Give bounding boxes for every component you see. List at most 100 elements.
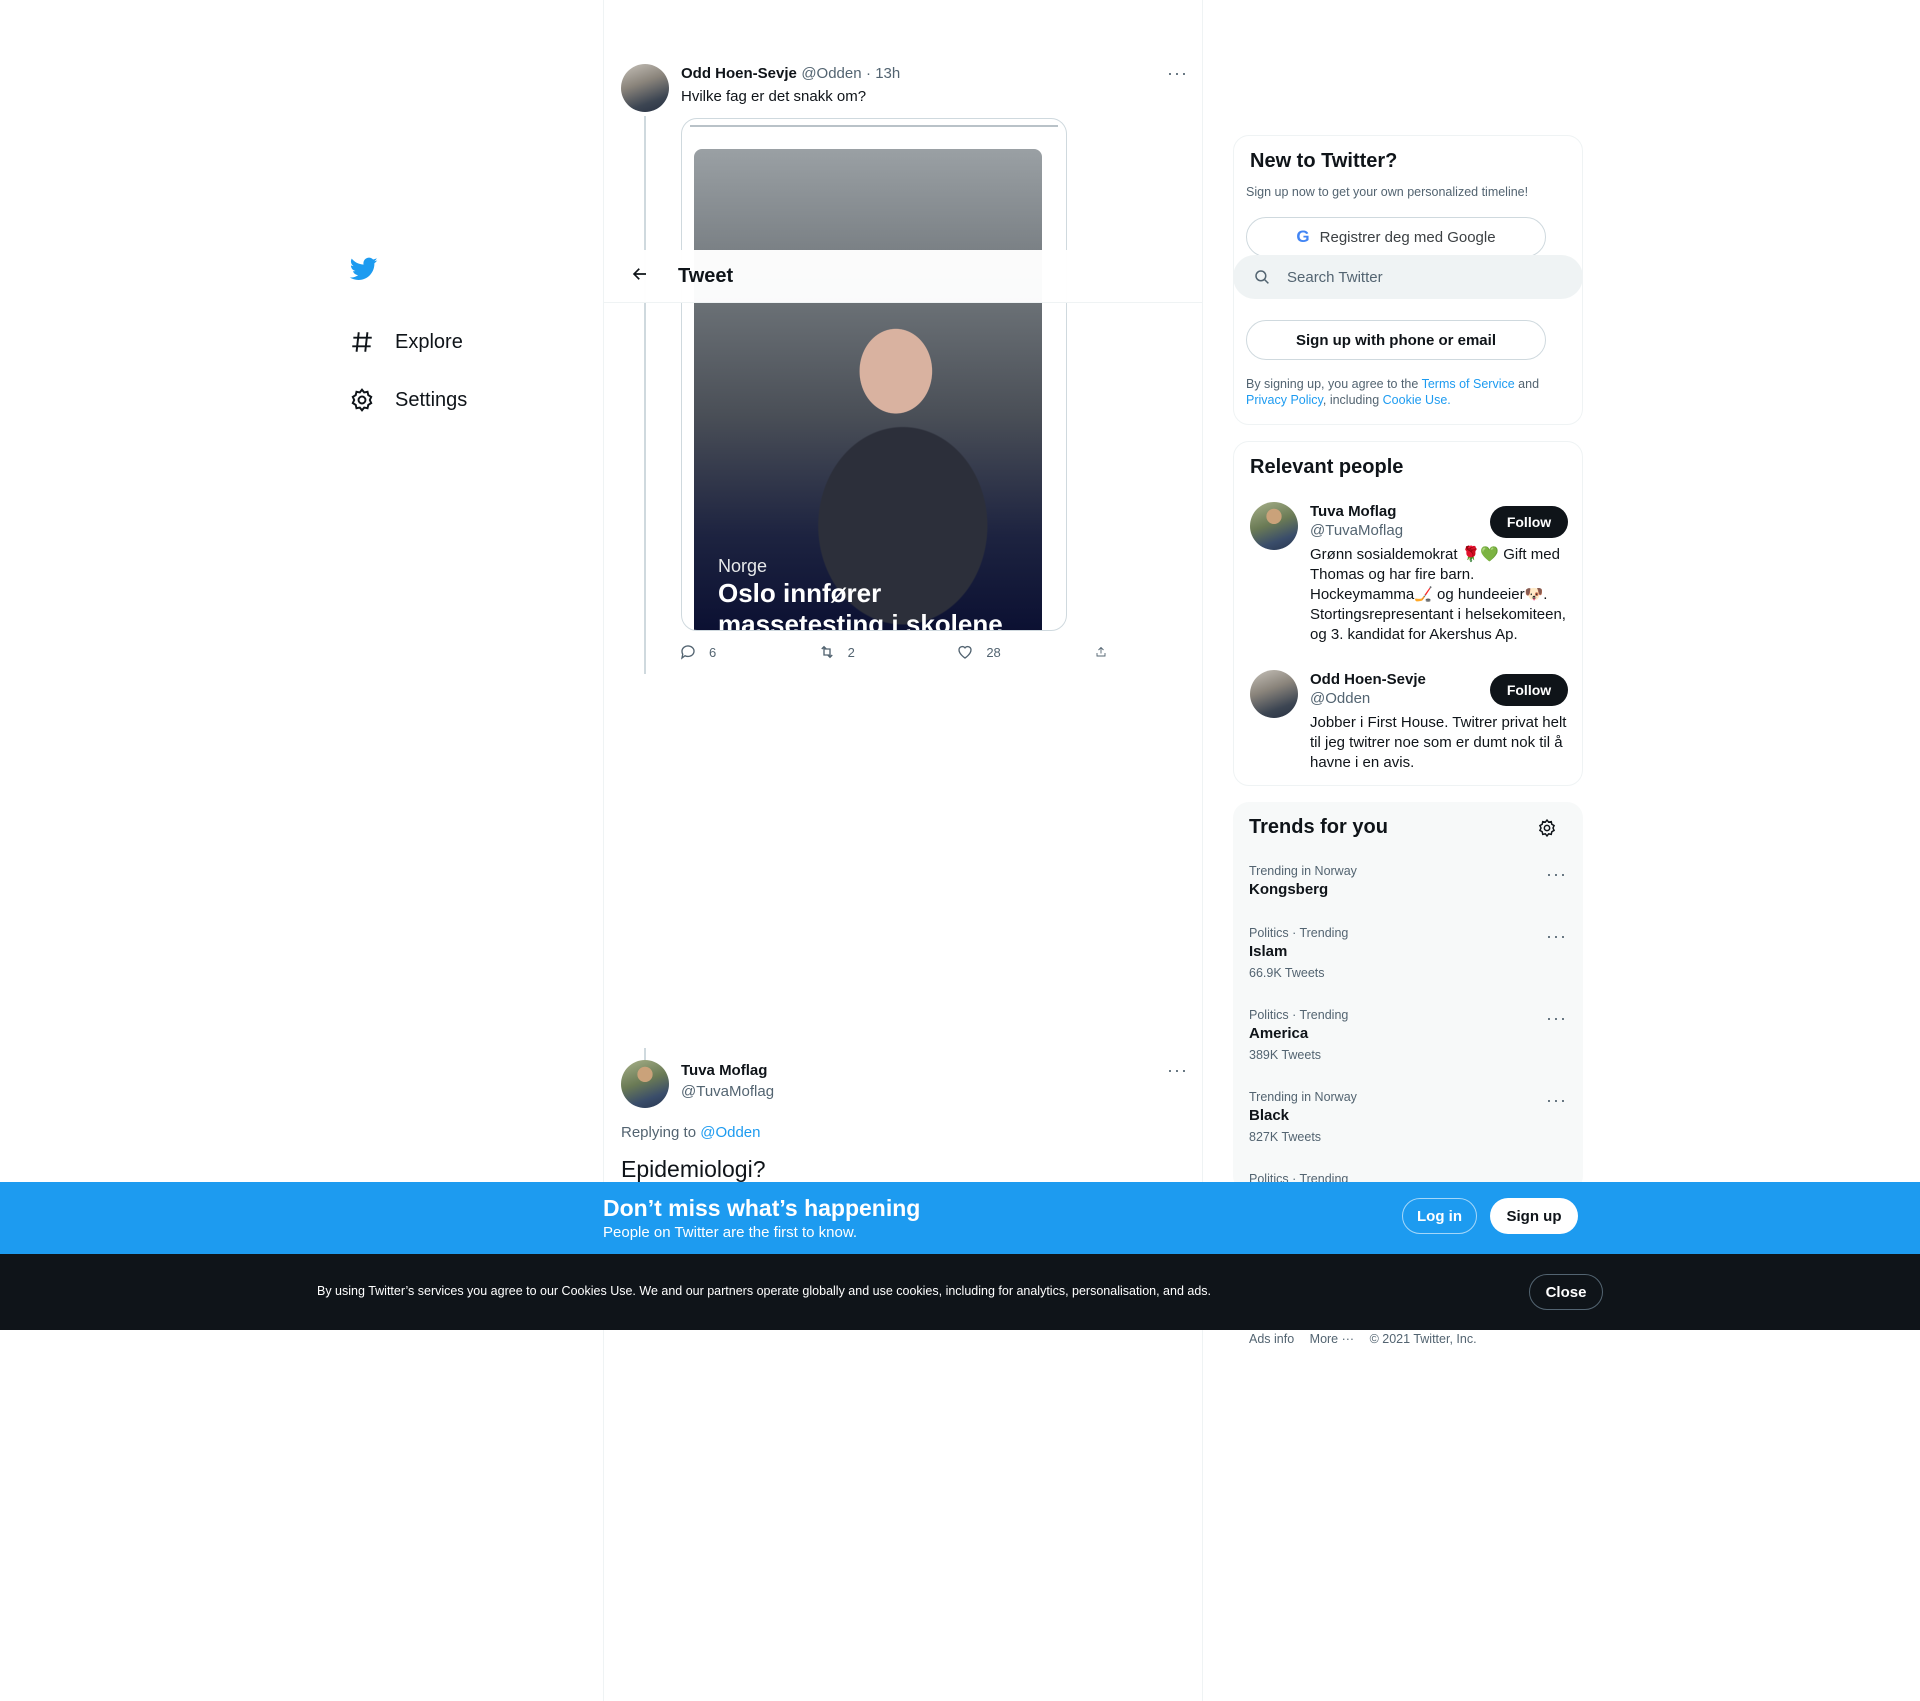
- banner-subline: People on Twitter are the first to know.: [603, 1224, 858, 1241]
- privacy-link[interactable]: Privacy Policy: [1246, 393, 1323, 407]
- nav-settings[interactable]: Settings: [349, 371, 599, 429]
- tweet-author-name[interactable]: Odd Hoen-Sevje: [681, 65, 797, 82]
- cookie-bar: By using Twitter’s services you agree to…: [0, 1254, 1920, 1330]
- replying-to: Replying to @Odden: [621, 1124, 760, 1141]
- tweet-author-handle[interactable]: @Odden: [801, 65, 861, 82]
- thread-line: [644, 116, 646, 674]
- reply-button[interactable]: 6: [679, 643, 789, 661]
- follow-button[interactable]: Follow: [1490, 506, 1568, 538]
- person-bio: Grønn sosialdemokrat 🌹💚 Gift med Thomas …: [1310, 546, 1566, 643]
- trend-item[interactable]: Trending in Norway Kongsberg ···: [1249, 864, 1567, 898]
- nav-explore[interactable]: Explore: [349, 313, 599, 371]
- tweet2-author-block: Tuva Moflag @TuvaMoflag: [681, 1062, 774, 1100]
- ads-info-link[interactable]: Ads info: [1249, 1332, 1294, 1346]
- twitter-logo-icon[interactable]: [349, 255, 599, 299]
- signup-button[interactable]: Sign up: [1490, 1198, 1578, 1234]
- link-card[interactable]: Norge Oslo innfører massetesting i skole…: [681, 118, 1067, 631]
- trend-topic: Kongsberg: [1249, 881, 1329, 898]
- reply-count: 6: [709, 644, 717, 660]
- left-nav: Explore Settings: [349, 255, 599, 429]
- signup-title: New to Twitter?: [1250, 150, 1398, 172]
- more-icon[interactable]: ···: [1546, 864, 1567, 885]
- tweet-author-handle[interactable]: @TuvaMoflag: [681, 1083, 774, 1100]
- cookie-link[interactable]: Cookie Use.: [1383, 393, 1451, 407]
- search-placeholder: Search Twitter: [1287, 268, 1383, 286]
- login-button[interactable]: Log in: [1402, 1198, 1477, 1234]
- phone-signup-button[interactable]: Sign up with phone or email: [1246, 320, 1546, 360]
- legal-and: and: [1518, 377, 1540, 391]
- nav-settings-label: Settings: [395, 388, 468, 411]
- like-button[interactable]: 28: [956, 643, 1066, 661]
- trend-item[interactable]: Politics · Trending Islam 66.9K Tweets ·…: [1249, 926, 1567, 980]
- tweet-author-name[interactable]: Tuva Moflag: [681, 1062, 774, 1079]
- thread-line: [644, 1048, 646, 1060]
- search-icon: [1255, 270, 1269, 284]
- signup-subtitle: Sign up now to get your own personalized…: [1246, 185, 1529, 199]
- trend-context: Trending in Norway: [1249, 864, 1357, 878]
- trend-context: Politics · Trending: [1249, 926, 1349, 940]
- avatar[interactable]: [621, 64, 669, 112]
- more-icon[interactable]: ···: [1546, 1090, 1567, 1111]
- share-icon: [1096, 646, 1106, 657]
- signup-banner: Don’t miss what’s happening People on Tw…: [0, 1182, 1920, 1254]
- trend-item[interactable]: Politics · Trending America 389K Tweets …: [1249, 1008, 1567, 1062]
- person-bio: Jobber i First House. Twitrer privat hel…: [1310, 714, 1567, 771]
- tweet-text: Hvilke fag er det snakk om?: [681, 88, 867, 105]
- avatar[interactable]: [1250, 670, 1298, 718]
- trend-item[interactable]: Trending in Norway Black 827K Tweets ···: [1249, 1090, 1567, 1144]
- gear-icon: [351, 388, 373, 412]
- banner-headline: Don’t miss what’s happening: [603, 1195, 921, 1221]
- replying-to-link[interactable]: @Odden: [700, 1124, 760, 1141]
- tweet-actions: 6 2 28: [679, 643, 1119, 661]
- footer-links: Ads info More ··· © 2021 Twitter, Inc.: [1249, 1332, 1489, 1346]
- trend-count: 66.9K Tweets: [1249, 966, 1325, 980]
- trend-context: Politics · Trending: [1249, 1008, 1349, 1022]
- trend-topic: Islam: [1249, 943, 1288, 960]
- retweet-count: 2: [847, 644, 855, 660]
- more-link[interactable]: More ···: [1310, 1332, 1354, 1346]
- trend-count: 827K Tweets: [1249, 1130, 1322, 1144]
- like-count: 28: [986, 644, 1001, 660]
- card-divider: [690, 125, 1058, 127]
- follow-button[interactable]: Follow: [1490, 674, 1568, 706]
- signup-legal: By signing up, you agree to the Terms of…: [1246, 376, 1566, 408]
- back-arrow-icon[interactable]: [612, 263, 668, 289]
- card-headline: Oslo innfører massetesting i skolene: [718, 578, 1003, 631]
- share-button[interactable]: [1095, 643, 1119, 661]
- nav-explore-label: Explore: [395, 330, 463, 353]
- tweet-page-header: Tweet: [604, 250, 1202, 303]
- more-icon[interactable]: ···: [1546, 926, 1567, 947]
- reply-icon: [680, 645, 695, 660]
- page-title: Tweet: [678, 264, 734, 287]
- more-icon[interactable]: ···: [1167, 1060, 1188, 1081]
- gear-icon[interactable]: [1537, 818, 1557, 838]
- legal-including: , including: [1322, 393, 1380, 407]
- google-g-icon: G: [1296, 227, 1310, 246]
- trend-topic: Black: [1249, 1107, 1290, 1124]
- center-column: Tweet Odd Hoen-Sevje @Odden · 13h ··· Hv…: [603, 0, 1203, 1701]
- relevant-people-title: Relevant people: [1250, 456, 1404, 478]
- avatar[interactable]: [621, 1060, 669, 1108]
- tweet-author-row: Odd Hoen-Sevje @Odden · 13h: [681, 65, 1151, 83]
- tweet-time[interactable]: · 13h: [866, 65, 900, 82]
- more-icon[interactable]: ···: [1546, 1008, 1567, 1029]
- legal-prefix: By signing up, you agree to the: [1246, 377, 1419, 391]
- relevant-people-panel: Relevant people Tuva Moflag @TuvaMoflag …: [1233, 441, 1583, 786]
- google-signup-button[interactable]: G Registrer deg med Google: [1246, 217, 1546, 257]
- trend-topic: America: [1249, 1025, 1309, 1042]
- cookie-text: By using Twitter’s services you agree to…: [317, 1284, 1212, 1298]
- cookie-close-button[interactable]: Close: [1529, 1274, 1603, 1310]
- retweet-button[interactable]: 2: [818, 643, 928, 661]
- phone-signup-label: Sign up with phone or email: [1295, 331, 1496, 349]
- more-icon[interactable]: ···: [1167, 63, 1188, 84]
- trend-count: 389K Tweets: [1249, 1048, 1322, 1062]
- terms-link[interactable]: Terms of Service: [1422, 377, 1515, 391]
- heart-icon: [958, 645, 972, 659]
- tweet-text: Epidemiologi?: [621, 1156, 766, 1182]
- google-signup-label: Registrer deg med Google: [1319, 228, 1496, 246]
- trends-panel: Trends for you Trending in Norway Kongsb…: [1233, 802, 1583, 1192]
- card-kicker: Norge: [718, 556, 768, 576]
- card-image: Norge Oslo innfører massetesting i skole…: [694, 149, 1042, 631]
- avatar[interactable]: [1250, 502, 1298, 550]
- search-input[interactable]: Search Twitter: [1233, 255, 1583, 299]
